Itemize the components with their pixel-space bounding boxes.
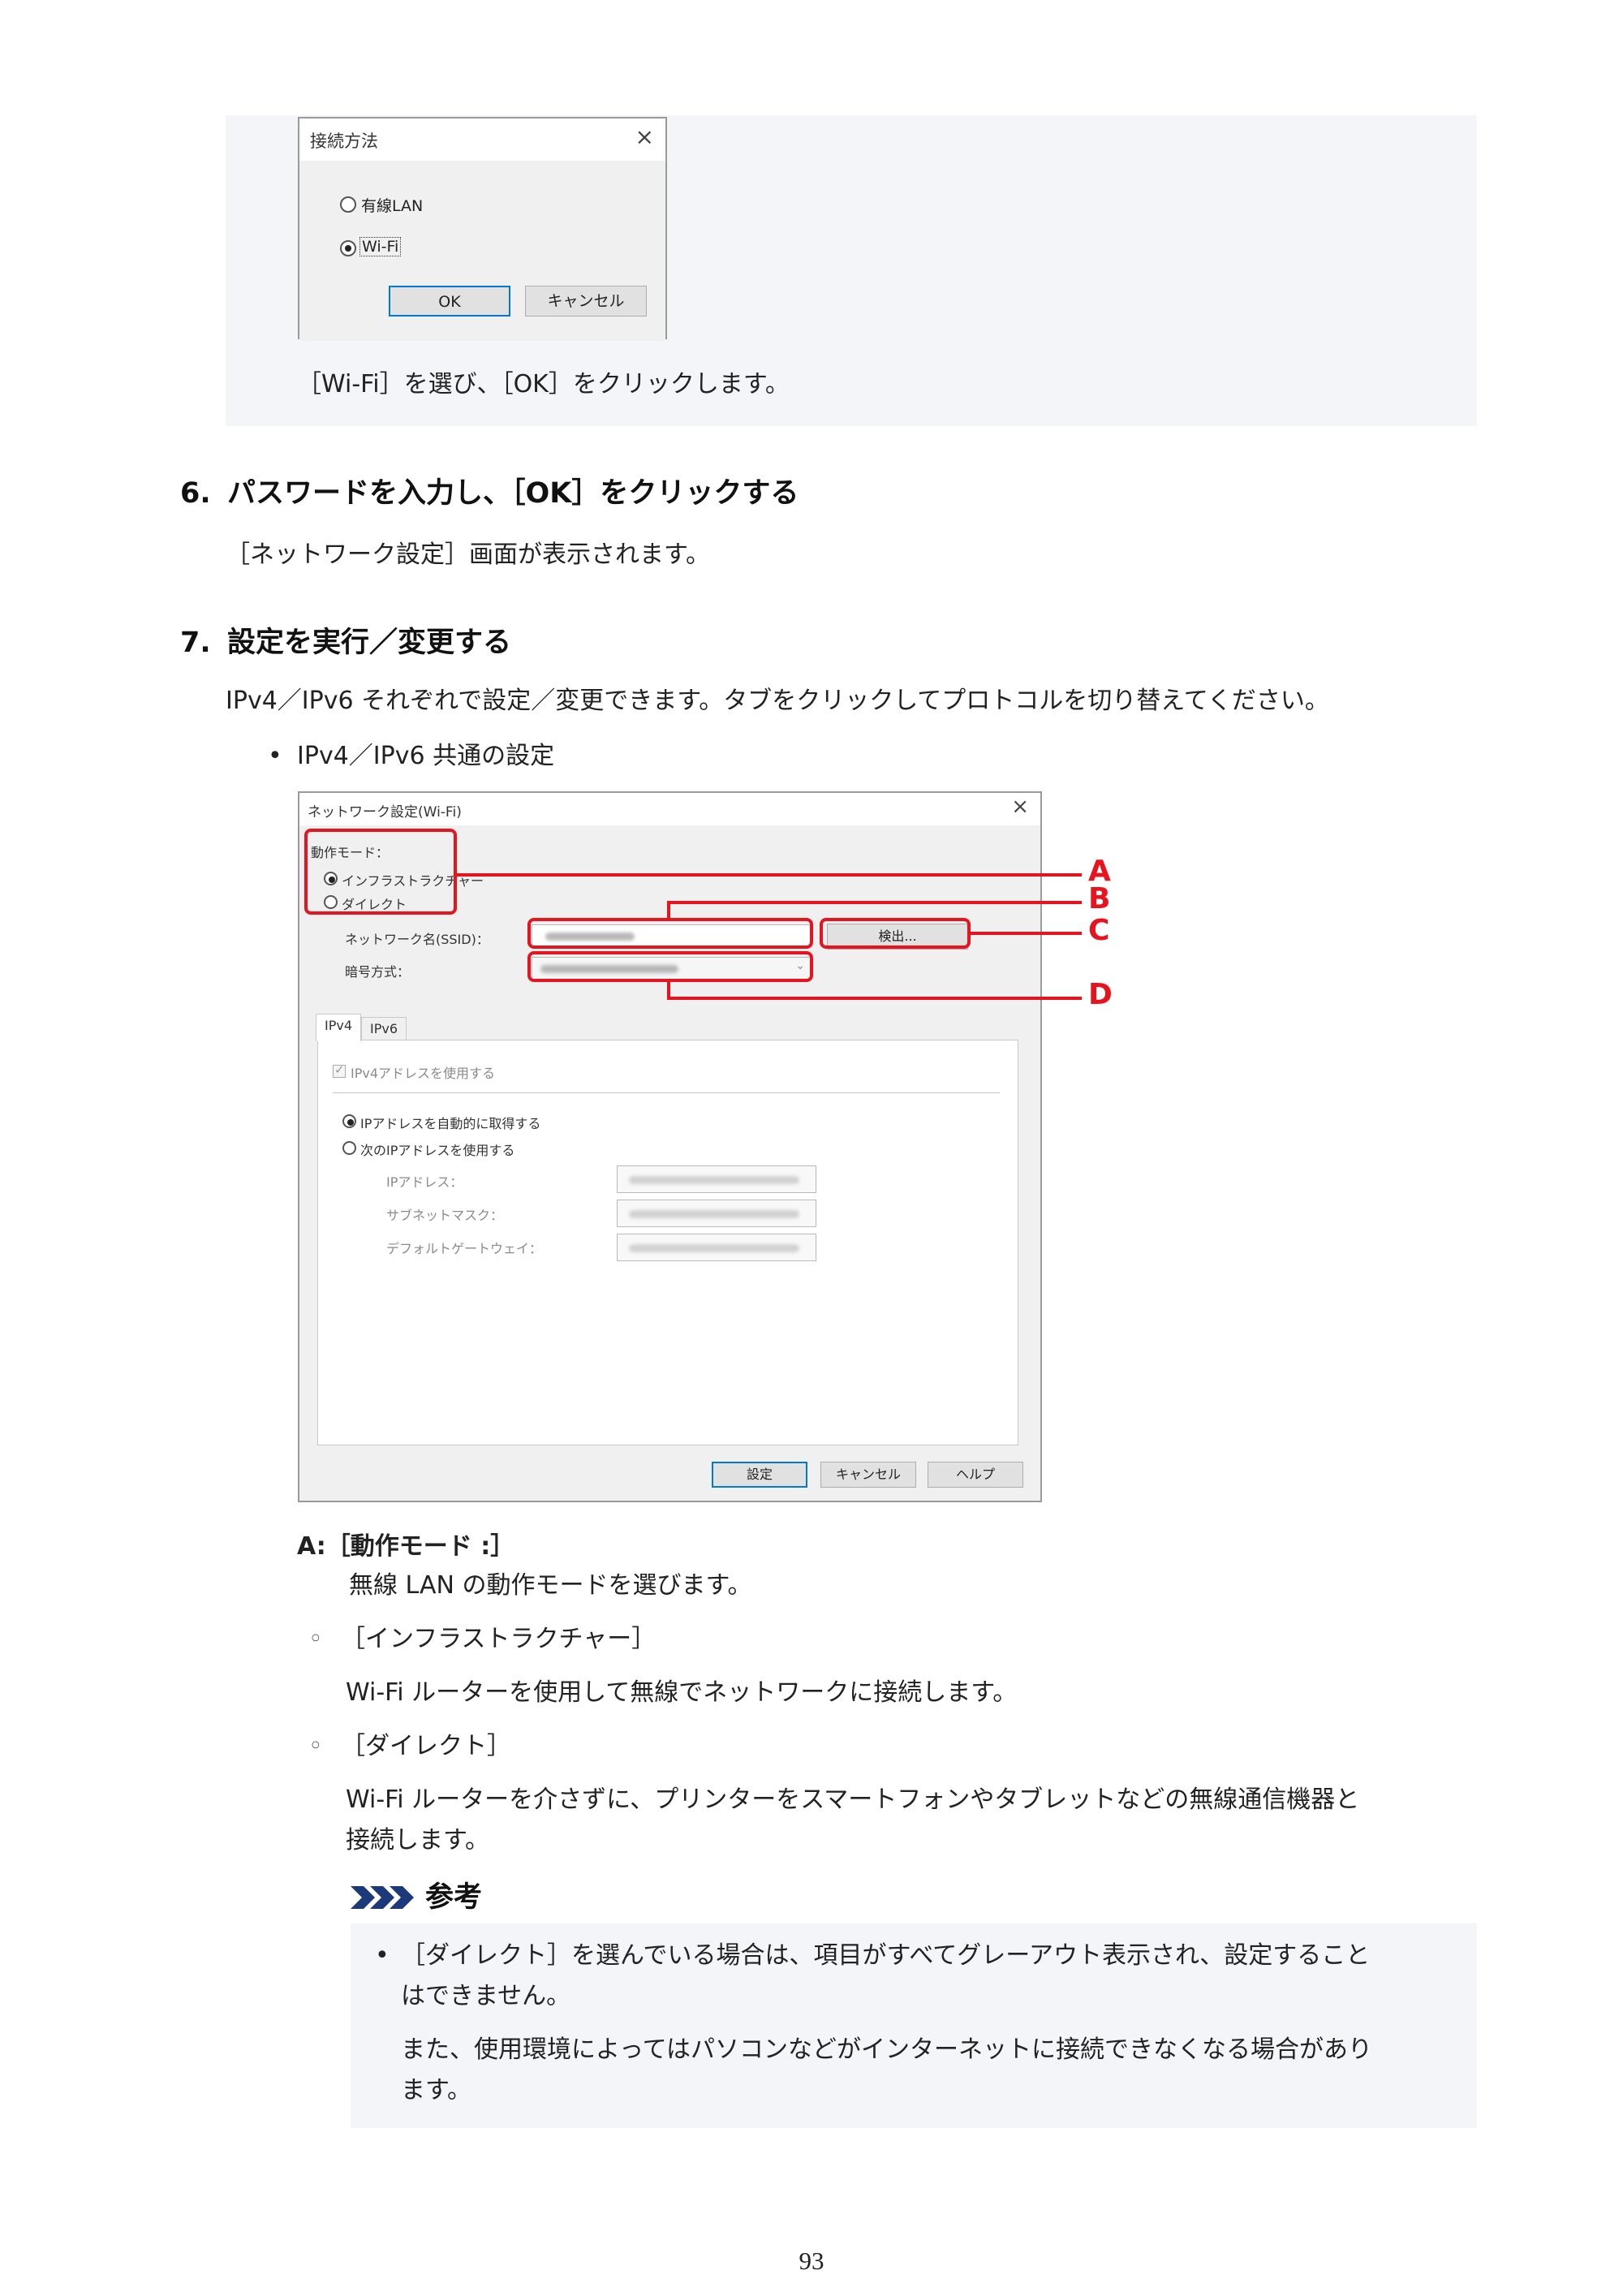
step7-heading: 設定を実行／変更する [227, 627, 512, 659]
default-gateway-input[interactable] [617, 1234, 816, 1261]
item-a-description: 無線 LAN の動作モードを選びます。 [349, 1571, 752, 1600]
help-button[interactable]: ヘルプ [928, 1462, 1023, 1488]
subnet-blurred-value [629, 1210, 799, 1218]
step7-body: IPv4／IPv6 それぞれで設定／変更できます。タブをクリックしてプロトコルを… [226, 687, 1329, 715]
use-ipv4-checkbox[interactable] [333, 1062, 346, 1078]
callout-label-c: C [1088, 914, 1110, 947]
item-a-sub1-title: ［インフラストラクチャー］ [341, 1625, 657, 1653]
callout-line-c [971, 932, 1082, 935]
callout-box-b [527, 918, 813, 949]
tab-ipv6[interactable]: IPv6 [361, 1017, 407, 1041]
auto-ip-radio[interactable] [342, 1114, 356, 1128]
step7-bullet: IPv4／IPv6 共通の設定 [297, 742, 555, 770]
step7-number: 7. [180, 627, 211, 659]
item-a-sub1-body: Wi-Fi ルーターを使用して無線でネットワークに接続します。 [346, 1678, 1018, 1707]
close-icon[interactable]: × [635, 123, 654, 150]
callout-label-b: B [1088, 882, 1111, 915]
manual-ip-label: 次のIPアドレスを使用する [360, 1143, 515, 1158]
use-ipv4-label: IPv4アドレスを使用する [351, 1066, 496, 1081]
callout-line-d [667, 997, 1082, 1000]
wired-lan-label: 有線LAN [361, 197, 424, 215]
callout-line-a [457, 873, 1082, 877]
cancel-button[interactable]: キャンセル [820, 1462, 916, 1488]
note-arrows-icon [351, 1886, 414, 1909]
ok-button[interactable]: OK [389, 286, 510, 317]
note-heading: 参考 [425, 1881, 483, 1914]
item-a-label: A:［動作モード :］ [297, 1532, 515, 1561]
dialog-body: 有線LAN Wi-Fi OK キャンセル [299, 161, 665, 341]
note-line3: また、使用環境によってはパソコンなどがインターネットに接続できなくなる場合があり [401, 2035, 1372, 2064]
wired-lan-radio[interactable] [340, 196, 356, 213]
wifi-radio[interactable] [340, 240, 356, 256]
callout-box-a [304, 829, 457, 915]
cancel-button[interactable]: キャンセル [525, 286, 647, 317]
ip-blurred-value [629, 1176, 799, 1184]
auto-ip-label: IPアドレスを自動的に取得する [360, 1116, 541, 1131]
encryption-label: 暗号方式： [345, 964, 411, 980]
note-line4: ます。 [401, 2076, 471, 2104]
manual-ip-radio[interactable] [342, 1141, 356, 1155]
wifi-label: Wi-Fi [359, 237, 402, 256]
step6-body: ［ネットワーク設定］画面が表示されます。 [226, 541, 710, 569]
ssid-label: ネットワーク名(SSID)： [345, 932, 489, 947]
ip-address-label: IPアドレス： [386, 1174, 463, 1190]
callout-label-d: D [1088, 978, 1113, 1011]
step6-heading: パスワードを入力し、［OK］をクリックする [227, 477, 799, 510]
close-icon[interactable]: × [1011, 795, 1029, 819]
step6-number: 6. [180, 477, 211, 510]
set-button[interactable]: 設定 [712, 1462, 807, 1488]
subnet-mask-input[interactable] [617, 1200, 816, 1227]
gateway-blurred-value [629, 1244, 799, 1252]
note-line2: はできません。 [401, 1982, 571, 2010]
item-a-sub2-title: ［ダイレクト］ [341, 1732, 511, 1760]
bullet-dot: • [268, 742, 282, 770]
item-a-sub2-body-line1: Wi-Fi ルーターを介さずに、プリンターをスマートフォンやタブレットなどの無線… [346, 1786, 1360, 1814]
sub-bullet: ◦ [308, 1732, 323, 1760]
item-a-sub2-body-line2: 接続します。 [346, 1826, 489, 1854]
note-line1: ［ダイレクト］を選んでいる場合は、項目がすべてグレーアウト表示され、設定すること [401, 1941, 1371, 1970]
dialog-title: 接続方法 [310, 131, 378, 151]
subnet-mask-label: サブネットマスク： [386, 1208, 504, 1223]
callout-box-c [820, 918, 971, 949]
dialog-title: ネットワーク設定(Wi-Fi) [308, 804, 462, 821]
dialog-titlebar: ネットワーク設定(Wi-Fi) × [299, 793, 1040, 825]
note-bullet: • [375, 1941, 390, 1970]
page-number: 93 [799, 2246, 824, 2275]
sub-bullet: ◦ [308, 1625, 323, 1653]
separator [333, 1092, 1000, 1093]
callout-line-b [667, 901, 1082, 904]
default-gateway-label: デフォルトゲートウェイ： [386, 1241, 543, 1256]
connection-method-dialog: 接続方法 × 有線LAN Wi-Fi OK キャンセル [298, 117, 667, 341]
ipv4-tab-panel: IPv4アドレスを使用する IPアドレスを自動的に取得する 次のIPアドレスを使… [317, 1040, 1018, 1445]
step5-caption: ［Wi-Fi］を選び、［OK］をクリックします。 [297, 370, 790, 398]
tab-ipv4[interactable]: IPv4 [316, 1014, 361, 1041]
callout-box-d [527, 951, 813, 982]
ip-address-input[interactable] [617, 1165, 816, 1193]
